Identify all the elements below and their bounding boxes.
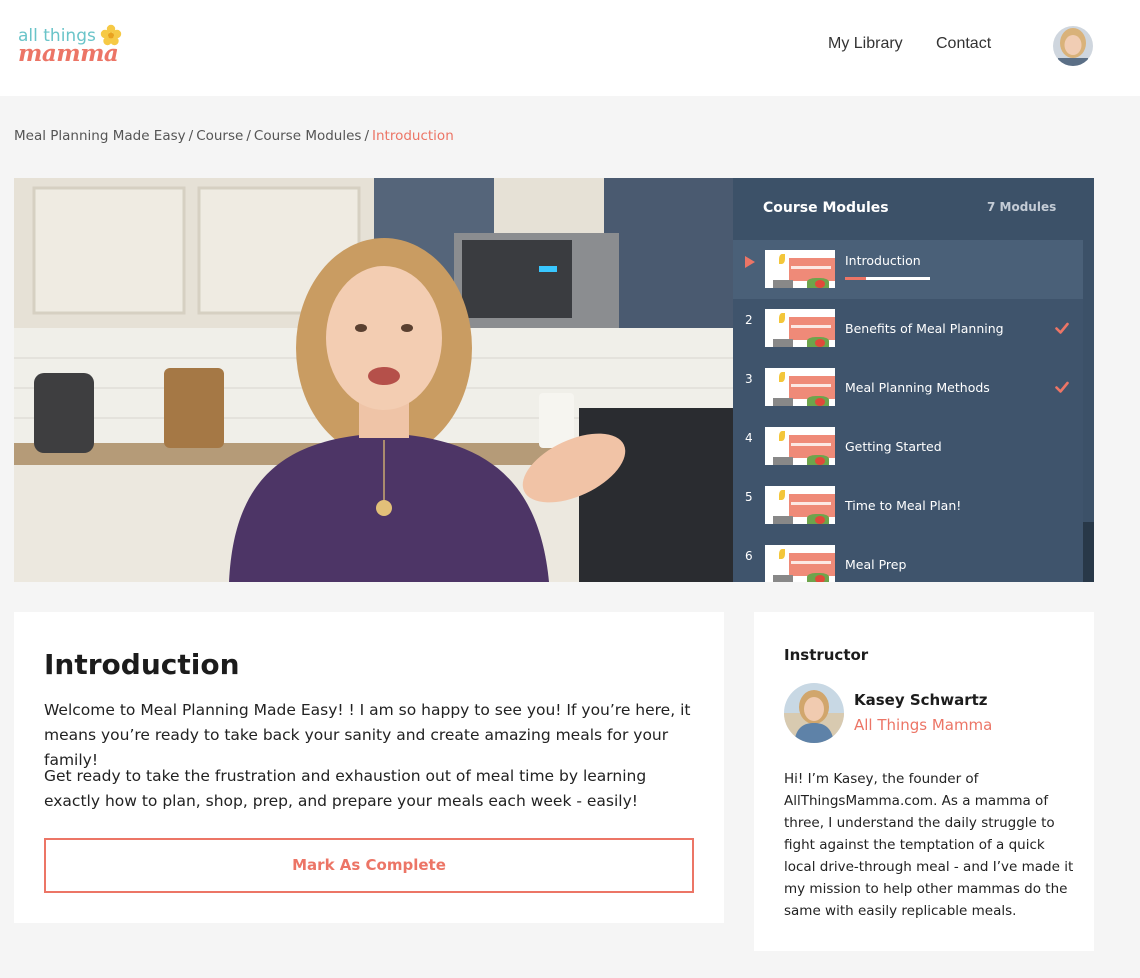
instructor-card: Instructor Kasey Schwartz All Things Mam…	[754, 612, 1094, 951]
lesson-paragraph-2: Get ready to take the frustration and ex…	[44, 767, 647, 810]
instructor-heading: Instructor	[784, 646, 869, 664]
modules-header: Course Modules 7 Modules	[733, 178, 1083, 240]
lesson-paragraph-1: Welcome to Meal Planning Made Easy! ! I …	[44, 701, 691, 769]
video-player[interactable]	[14, 178, 733, 582]
module-thumbnail	[765, 486, 835, 524]
module-thumbnail	[765, 250, 835, 288]
video-frame	[14, 178, 733, 582]
module-thumbnail	[765, 545, 835, 582]
module-number: 5	[745, 490, 753, 504]
module-label: Benefits of Meal Planning	[845, 321, 1004, 336]
module-number: 3	[745, 372, 753, 386]
flower-icon	[100, 24, 122, 46]
modules-count: 7 Modules	[987, 200, 1057, 214]
module-thumbnail	[765, 309, 835, 347]
breadcrumb-separator: /	[246, 128, 251, 144]
module-label: Meal Prep	[845, 557, 907, 572]
breadcrumb-separator: /	[188, 128, 194, 144]
module-item-methods[interactable]: 3 Meal Planning Methods	[733, 358, 1083, 417]
breadcrumb-course-modules[interactable]: Course Modules	[254, 128, 362, 144]
lesson-content-card: Introduction Welcome to Meal Planning Ma…	[14, 612, 724, 923]
module-item-introduction[interactable]: Introduction	[733, 240, 1083, 299]
module-label: Introduction	[845, 253, 921, 268]
module-item-time-to-meal-plan[interactable]: 5 Time to Meal Plan!	[733, 476, 1083, 535]
modules-title: Course Modules	[763, 200, 889, 216]
module-label: Time to Meal Plan!	[845, 498, 962, 513]
module-thumbnail	[765, 427, 835, 465]
site-header: all things mamma My Library Contact	[0, 0, 1140, 96]
module-number: 2	[745, 313, 753, 327]
module-number: 6	[745, 549, 753, 563]
breadcrumb-course[interactable]: Course	[196, 128, 243, 144]
instructor-photo	[784, 683, 844, 743]
breadcrumb: Meal Planning Made Easy / Course / Course Mo…	[14, 128, 454, 144]
checkmark-icon	[1055, 381, 1069, 393]
instructor-name: Kasey Schwartz	[854, 691, 988, 709]
module-item-getting-started[interactable]: 4 Getting Started	[733, 417, 1083, 476]
module-item-benefits[interactable]: 2 Benefits of Meal Planning	[733, 299, 1083, 358]
module-label: Meal Planning Methods	[845, 380, 990, 395]
breadcrumb-separator: /	[364, 128, 369, 144]
module-item-meal-prep[interactable]: 6 Meal Prep	[733, 535, 1083, 582]
site-logo[interactable]: all things mamma	[18, 24, 122, 68]
module-number: 4	[745, 431, 753, 445]
module-label: Getting Started	[845, 439, 942, 454]
instructor-avatar	[784, 683, 844, 743]
breadcrumb-current: Introduction	[372, 128, 454, 144]
module-thumbnail	[765, 368, 835, 406]
lesson-title: Introduction	[44, 648, 240, 681]
breadcrumb-course-name[interactable]: Meal Planning Made Easy	[14, 128, 186, 144]
modules-scrollbar-upper	[1083, 178, 1094, 522]
module-progress-fill	[845, 277, 866, 280]
avatar-image	[1053, 26, 1093, 66]
course-modules-panel: Course Modules 7 Modules Introduction 2 …	[733, 178, 1094, 582]
checkmark-icon	[1055, 322, 1069, 334]
instructor-site-link[interactable]: All Things Mamma	[854, 716, 992, 734]
nav-contact[interactable]: Contact	[936, 35, 991, 53]
nav-my-library[interactable]: My Library	[828, 35, 903, 53]
mark-as-complete-button[interactable]: Mark As Complete	[44, 838, 694, 893]
play-icon	[745, 256, 755, 268]
modules-scrollbar-thumb[interactable]	[1083, 522, 1094, 582]
user-avatar[interactable]	[1053, 26, 1093, 66]
instructor-bio: Hi! I’m Kasey, the founder of AllThingsM…	[784, 771, 1074, 919]
